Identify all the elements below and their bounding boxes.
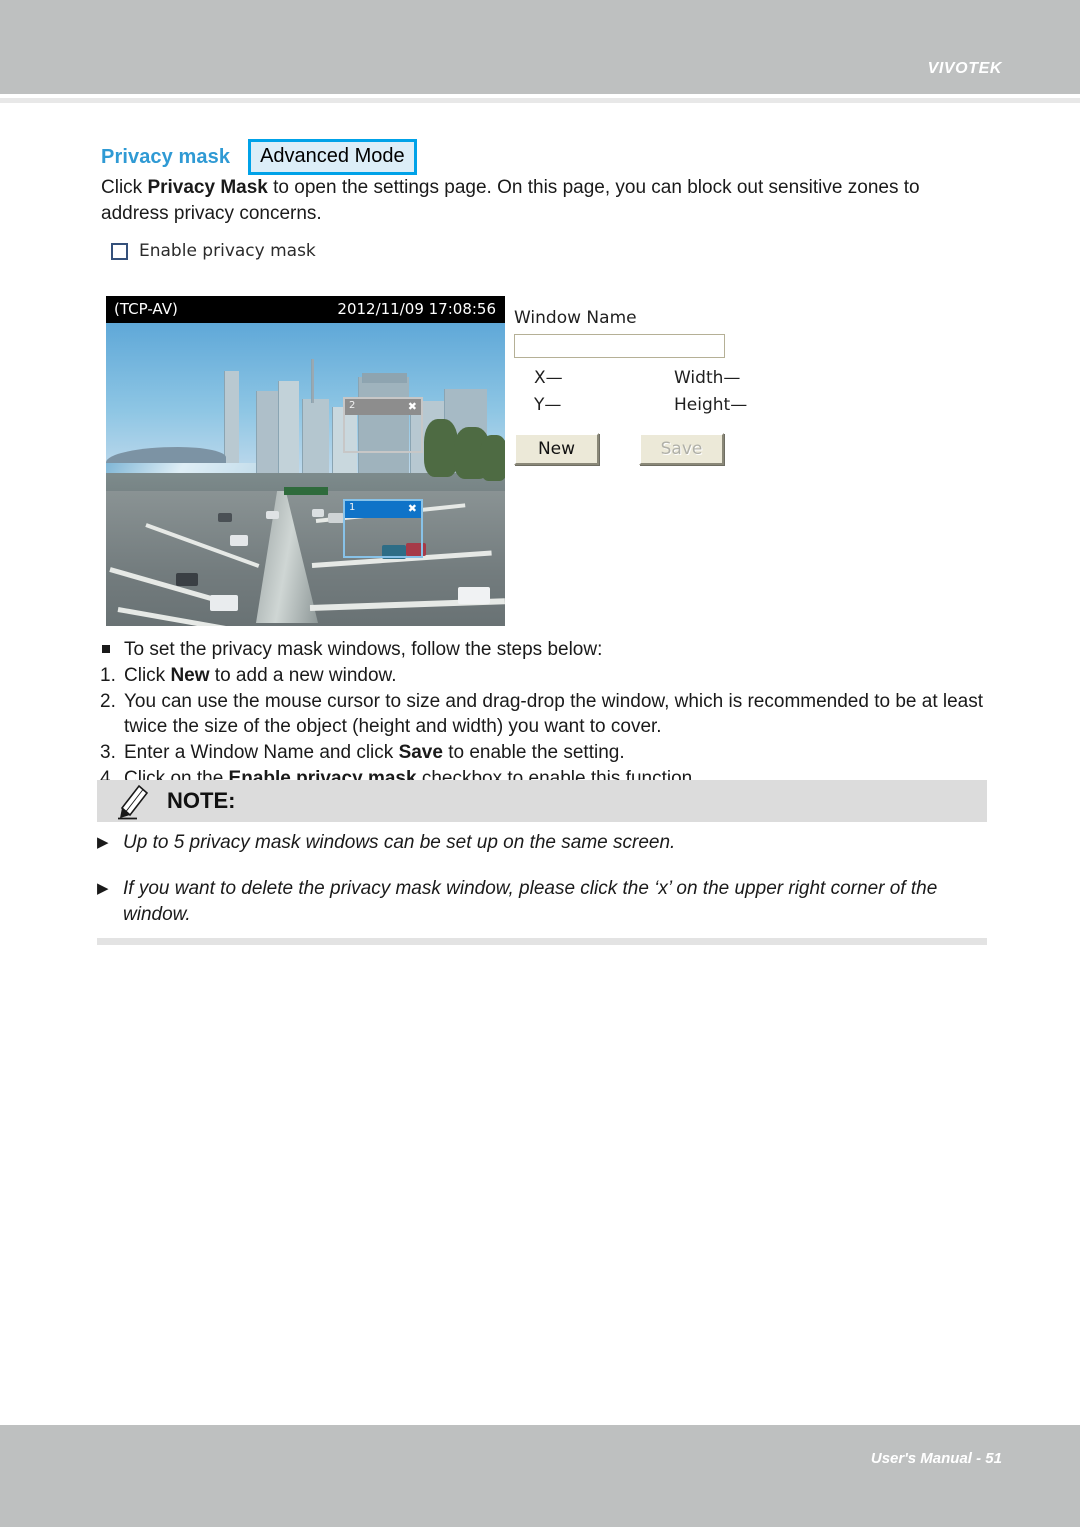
square-bullet-icon: [100, 637, 124, 663]
vivotek-logo-text: VIVOTEK: [927, 60, 1002, 77]
step-number: 2.: [100, 690, 116, 712]
scene-tree: [480, 435, 505, 481]
save-button: Save: [639, 433, 724, 465]
scene-vehicle: [210, 595, 238, 611]
step-text: Click New to add a new window.: [124, 664, 397, 686]
coordinate-width-label: Width—: [674, 368, 741, 388]
note-item-text: If you want to delete the privacy mask w…: [123, 878, 938, 926]
steps-intro-row: To set the privacy mask windows, follow …: [100, 637, 990, 663]
window-name-input[interactable]: [514, 334, 725, 358]
step-text: You can use the mouse cursor to size and…: [124, 690, 984, 738]
steps-intro-text: To set the privacy mask windows, follow …: [124, 639, 603, 660]
page-header-band: VIVOTEK: [0, 0, 1080, 94]
scene-vehicle: [266, 511, 279, 519]
scene-building: [256, 391, 279, 473]
note-header-band: NOTE:: [97, 780, 987, 822]
section-title-row: Privacy mask Advanced Mode: [101, 139, 417, 175]
scene-sign-gantry: [284, 487, 328, 495]
camera-video-feed[interactable]: 2 ✖ 1 ✖: [106, 323, 505, 626]
enable-privacy-mask-checkbox[interactable]: [111, 242, 128, 260]
advanced-mode-badge[interactable]: Advanced Mode: [248, 139, 417, 175]
triangle-bullet-icon: ▶: [97, 880, 109, 898]
mask-window-index: 2: [349, 400, 356, 411]
step-text: Enter a Window Name and click Save to en…: [124, 742, 625, 764]
privacy-mask-window-2[interactable]: 2 ✖: [343, 397, 423, 453]
scene-tree: [424, 419, 458, 477]
privacy-mask-settings-form: Window Name X— Width— Y— Height— New Sav…: [514, 308, 764, 465]
step-item-3: 3. Enter a Window Name and click Save to…: [100, 740, 990, 766]
mask-window-titlebar[interactable]: 2 ✖: [345, 399, 421, 415]
mask-window-index: 1: [349, 502, 356, 513]
scene-building: [302, 399, 329, 473]
page-title: Privacy mask: [101, 145, 231, 168]
step-number: 3.: [100, 742, 116, 764]
mask-window-body[interactable]: [345, 415, 421, 451]
step-number: 1.: [100, 664, 116, 686]
enable-privacy-mask-label: Enable privacy mask: [139, 241, 316, 261]
note-item-text: Up to 5 privacy mask windows can be set …: [123, 832, 676, 853]
scene-building: [362, 373, 407, 383]
window-name-label: Window Name: [514, 308, 637, 328]
form-button-row: New Save: [514, 433, 764, 465]
mask-window-body[interactable]: [345, 518, 421, 557]
scene-vehicle: [458, 587, 490, 604]
new-button[interactable]: New: [514, 433, 599, 465]
header-separator-rule: [0, 98, 1080, 103]
coordinate-height-label: Height—: [674, 395, 748, 415]
close-icon[interactable]: ✖: [408, 400, 417, 413]
privacy-mask-window-1[interactable]: 1 ✖: [343, 499, 423, 558]
camera-osd-bar: (TCP-AV) 2012/11/09 17:08:56: [106, 296, 505, 323]
note-body: ▶ Up to 5 privacy mask windows can be se…: [97, 830, 987, 949]
note-item: ▶ If you want to delete the privacy mask…: [97, 876, 987, 928]
intro-prefix: Click: [101, 177, 148, 198]
scene-antenna: [311, 359, 314, 403]
steps-list: To set the privacy mask windows, follow …: [100, 637, 990, 792]
osd-stream-label: (TCP-AV): [114, 300, 178, 318]
intro-bold-term: Privacy Mask: [147, 177, 268, 198]
step-item-2: 2. You can use the mouse cursor to size …: [100, 689, 990, 741]
footer-manual-label: User's Manual - 51: [870, 1450, 1002, 1467]
scene-vehicle: [230, 535, 248, 546]
step-item-1: 1. Click New to add a new window.: [100, 663, 990, 689]
note-title: NOTE:: [167, 788, 236, 813]
pencil-icon: [118, 784, 149, 820]
close-icon[interactable]: ✖: [408, 502, 417, 515]
triangle-bullet-icon: ▶: [97, 834, 109, 851]
page-footer-band: User's Manual - 51: [0, 1425, 1080, 1527]
scene-building: [278, 381, 299, 473]
coordinate-y-label: Y—: [534, 395, 562, 415]
scene-vehicle: [328, 513, 344, 523]
camera-preview-panel[interactable]: (TCP-AV) 2012/11/09 17:08:56 2 ✖ 1 ✖: [106, 296, 505, 626]
scene-vehicle: [218, 513, 232, 522]
coordinate-x-label: X—: [534, 368, 563, 388]
scene-vehicle: [312, 509, 324, 517]
intro-paragraph: Click Privacy Mask to open the settings …: [101, 175, 987, 227]
scene-building: [224, 371, 239, 471]
mask-coordinates-grid: X— Width— Y— Height—: [514, 368, 764, 415]
note-bottom-rule: [97, 938, 987, 945]
osd-timestamp: 2012/11/09 17:08:56: [337, 300, 496, 318]
note-item: ▶ Up to 5 privacy mask windows can be se…: [97, 830, 987, 856]
enable-privacy-mask-row[interactable]: Enable privacy mask: [111, 241, 316, 261]
scene-vehicle: [176, 573, 198, 586]
mask-window-titlebar[interactable]: 1 ✖: [345, 501, 421, 518]
